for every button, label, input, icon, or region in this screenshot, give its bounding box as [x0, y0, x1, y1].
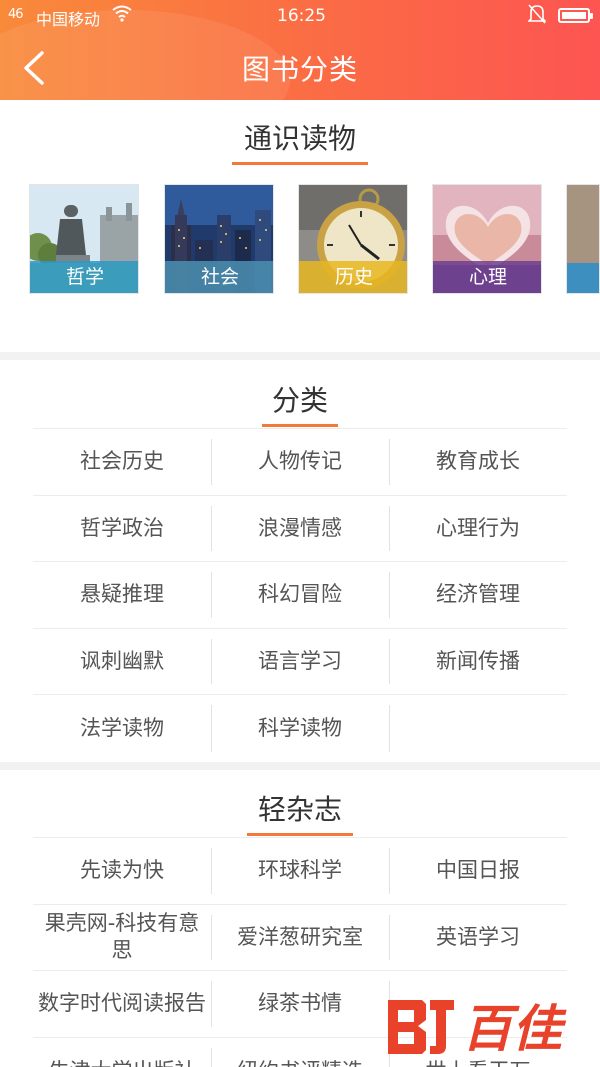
category-item[interactable]: 科幻冒险 — [211, 562, 389, 628]
category-item[interactable]: 经济管理 — [389, 562, 567, 628]
grid-row: 社会历史 人物传记 教育成长 — [33, 429, 567, 496]
topic-label: 历史 — [299, 261, 407, 293]
topic-label: 社会 — [165, 261, 273, 293]
category-item[interactable]: 新闻传播 — [389, 629, 567, 695]
magazine-item[interactable]: 爱洋葱研究室 — [211, 905, 389, 971]
categories-underline — [262, 424, 338, 427]
magazine-item[interactable]: 数字时代阅读报告 — [33, 971, 211, 1037]
magazine-item[interactable]: 纽约书评精选 — [211, 1038, 389, 1067]
categories-title: 分类 — [271, 384, 328, 417]
category-item[interactable]: 讽刺幽默 — [33, 629, 211, 695]
topic-philosophy[interactable]: 哲学 — [29, 184, 139, 294]
category-item[interactable]: 哲学政治 — [33, 496, 211, 562]
grid-row: 果壳网-科技有意思 爱洋葱研究室 英语学习 — [33, 905, 567, 972]
clock: 16:25 — [277, 6, 326, 26]
page-title: 图书分类 — [241, 53, 358, 86]
light-magazines-underline — [247, 833, 353, 836]
battery-icon — [558, 8, 593, 23]
category-item[interactable]: 语言学习 — [211, 629, 389, 695]
topic-history[interactable]: 历史 — [298, 184, 408, 294]
topic-psychology[interactable]: 心理 — [432, 184, 542, 294]
magazine-item[interactable]: 环球科学 — [211, 838, 389, 904]
grid-row: 讽刺幽默 语言学习 新闻传播 — [33, 629, 567, 696]
category-item[interactable]: 科学读物 — [211, 695, 389, 762]
section-divider — [0, 352, 600, 360]
light-magazines-title: 轻杂志 — [257, 793, 342, 826]
app-header: 46 中国移动 16:25 图书分类 — [0, 0, 600, 100]
grid-row: 先读为快 环球科学 中国日报 — [33, 838, 567, 905]
magazine-item[interactable]: 果壳网-科技有意思 — [33, 905, 211, 971]
grid-row: 法学读物 科学读物 — [33, 695, 567, 762]
magazine-item[interactable]: 先读为快 — [33, 838, 211, 904]
topic-label: 哲学 — [30, 261, 138, 293]
magazine-item[interactable]: 牛津大学出版社 — [33, 1038, 211, 1067]
category-item[interactable]: 浪漫情感 — [211, 496, 389, 562]
category-item[interactable]: 心理行为 — [389, 496, 567, 562]
wifi-icon — [112, 4, 132, 26]
carrier-label: 中国移动 — [36, 10, 101, 29]
watermark-logo: 百佳 — [388, 1000, 567, 1058]
grid-row: 悬疑推理 科幻冒险 经济管理 — [33, 562, 567, 629]
category-item[interactable]: 人物传记 — [211, 429, 389, 495]
partial-topic-image — [567, 185, 599, 293]
topic-society[interactable]: 社会 — [164, 184, 274, 294]
category-item[interactable]: 法学读物 — [33, 695, 211, 762]
grid-row: 哲学政治 浪漫情感 心理行为 — [33, 496, 567, 563]
general-reading-underline — [232, 162, 368, 165]
bell-muted-icon — [527, 3, 547, 30]
watermark-text: 百佳 — [462, 1000, 567, 1058]
signal-icon: 46 — [8, 7, 24, 22]
section-divider — [0, 762, 600, 770]
category-item-empty — [389, 695, 567, 762]
status-bar: 46 中国移动 16:25 — [0, 0, 600, 32]
category-item[interactable]: 社会历史 — [33, 429, 211, 495]
topic-label: 心理 — [433, 261, 541, 293]
magazine-item[interactable]: 英语学习 — [389, 905, 567, 971]
categories-grid: 社会历史 人物传记 教育成长 哲学政治 浪漫情感 心理行为 悬疑推理 科幻冒险 … — [33, 428, 567, 762]
magazine-item[interactable]: 绿茶书情 — [211, 971, 389, 1037]
category-item[interactable]: 悬疑推理 — [33, 562, 211, 628]
magazine-item[interactable]: 中国日报 — [389, 838, 567, 904]
topic-partial[interactable] — [566, 184, 600, 294]
category-item[interactable]: 教育成长 — [389, 429, 567, 495]
general-reading-title: 通识读物 — [243, 122, 356, 155]
